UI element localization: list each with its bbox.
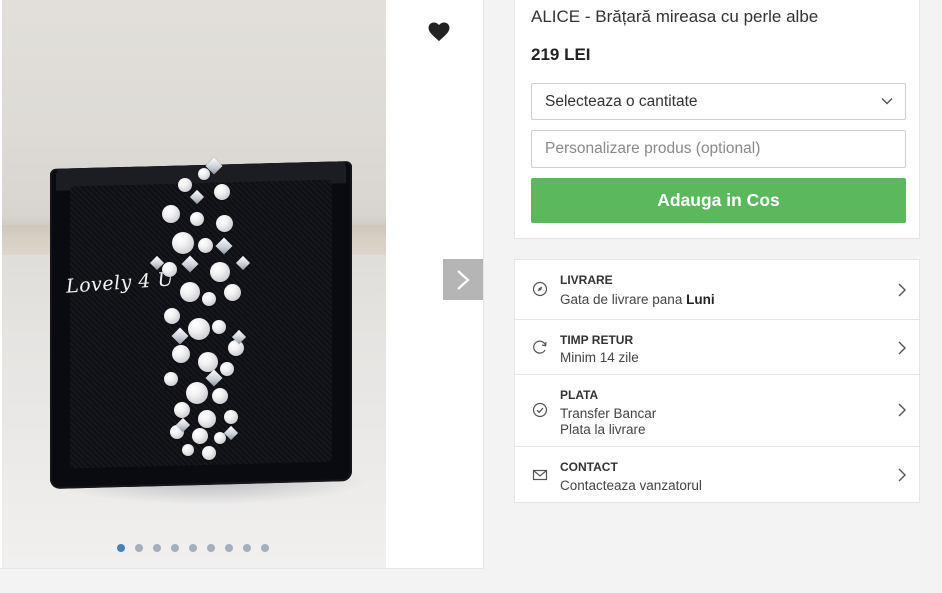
- product-price: 219 LEI: [531, 45, 591, 64]
- gallery-dot[interactable]: [135, 544, 143, 552]
- product-gallery: Lovely 4 U: [0, 0, 484, 569]
- envelope-icon: [532, 469, 548, 481]
- pearl: [202, 292, 216, 306]
- gallery-dot[interactable]: [153, 544, 161, 552]
- payment-method-1: Transfer Bancar: [560, 406, 657, 421]
- pearl: [212, 388, 228, 404]
- gallery-dot[interactable]: [225, 544, 233, 552]
- next-image-button[interactable]: [443, 259, 483, 300]
- gallery-dot[interactable]: [207, 544, 215, 552]
- check-circle-icon: [532, 402, 548, 418]
- pearl: [198, 168, 210, 180]
- pearl: [172, 232, 194, 254]
- gallery-dot[interactable]: [261, 544, 269, 552]
- personalize-input[interactable]: [531, 130, 906, 168]
- pearl: [186, 382, 208, 404]
- quantity-select-value: Selecteaza o cantitate: [545, 93, 698, 110]
- product-photo[interactable]: Lovely 4 U: [2, 0, 386, 568]
- pearl: [220, 362, 234, 376]
- pearl: [224, 284, 241, 301]
- product-title: ALICE - Brățară mireasa cu perle albe: [531, 7, 819, 26]
- gallery-dot[interactable]: [243, 544, 251, 552]
- chevron-right-icon: [898, 283, 906, 297]
- pearl: [228, 340, 244, 356]
- contact-row[interactable]: CONTACT Contacteaza vanzatorul: [515, 447, 919, 502]
- chevron-right-icon: [898, 403, 906, 417]
- contact-heading: CONTACT: [560, 460, 618, 474]
- pearl: [164, 372, 178, 386]
- heart-icon[interactable]: [427, 22, 451, 46]
- pearl: [198, 410, 216, 428]
- chevron-right-icon: [898, 468, 906, 482]
- quantity-select[interactable]: Selecteaza o cantitate: [531, 83, 906, 120]
- gallery-dot[interactable]: [171, 544, 179, 552]
- pearl: [182, 444, 194, 456]
- pearl: [210, 262, 230, 282]
- payment-row[interactable]: PLATA Transfer Bancar Plata la livrare: [515, 375, 919, 447]
- pearl: [198, 238, 213, 253]
- pearl: [162, 262, 177, 277]
- gallery-pagination: [117, 544, 269, 552]
- pearl: [212, 320, 226, 334]
- chevron-right-icon: [457, 269, 470, 290]
- pearl: [192, 428, 208, 444]
- payment-method-2: Plata la livrare: [560, 422, 646, 437]
- chevron-down-icon: [881, 98, 893, 105]
- returns-row[interactable]: TIMP RETUR Minim 14 zile: [515, 320, 919, 375]
- gallery-dot[interactable]: [117, 544, 125, 552]
- compass-icon: [532, 281, 548, 297]
- pearl: [202, 446, 216, 460]
- pearl: [180, 282, 200, 302]
- payment-heading: PLATA: [560, 388, 599, 402]
- delivery-row[interactable]: LIVRARE Gata de livrare pana Luni: [515, 260, 919, 320]
- pearl: [172, 345, 190, 363]
- pearl: [198, 352, 218, 372]
- chevron-right-icon: [898, 341, 906, 355]
- contact-text: Contacteaza vanzatorul: [560, 478, 702, 493]
- pearl: [224, 410, 238, 424]
- delivery-text: Gata de livrare pana Luni: [560, 292, 715, 307]
- pearl: [178, 178, 192, 192]
- returns-heading: TIMP RETUR: [560, 333, 634, 347]
- returns-text: Minim 14 zile: [560, 350, 639, 365]
- refresh-icon: [533, 340, 547, 354]
- pearl: [174, 402, 190, 418]
- delivery-day: Luni: [686, 292, 715, 307]
- product-info-list: LIVRARE Gata de livrare pana Luni TIMP R…: [514, 259, 920, 503]
- gallery-dot[interactable]: [189, 544, 197, 552]
- pearl: [162, 205, 180, 223]
- pearl: [188, 318, 210, 340]
- add-to-cart-button[interactable]: Adauga in Cos: [531, 178, 906, 223]
- pearl: [216, 215, 233, 232]
- delivery-heading: LIVRARE: [560, 273, 613, 287]
- pearl: [214, 184, 230, 200]
- product-purchase-card: ALICE - Brățară mireasa cu perle albe 21…: [514, 0, 920, 239]
- pearl: [190, 212, 204, 226]
- pearl: [164, 308, 180, 324]
